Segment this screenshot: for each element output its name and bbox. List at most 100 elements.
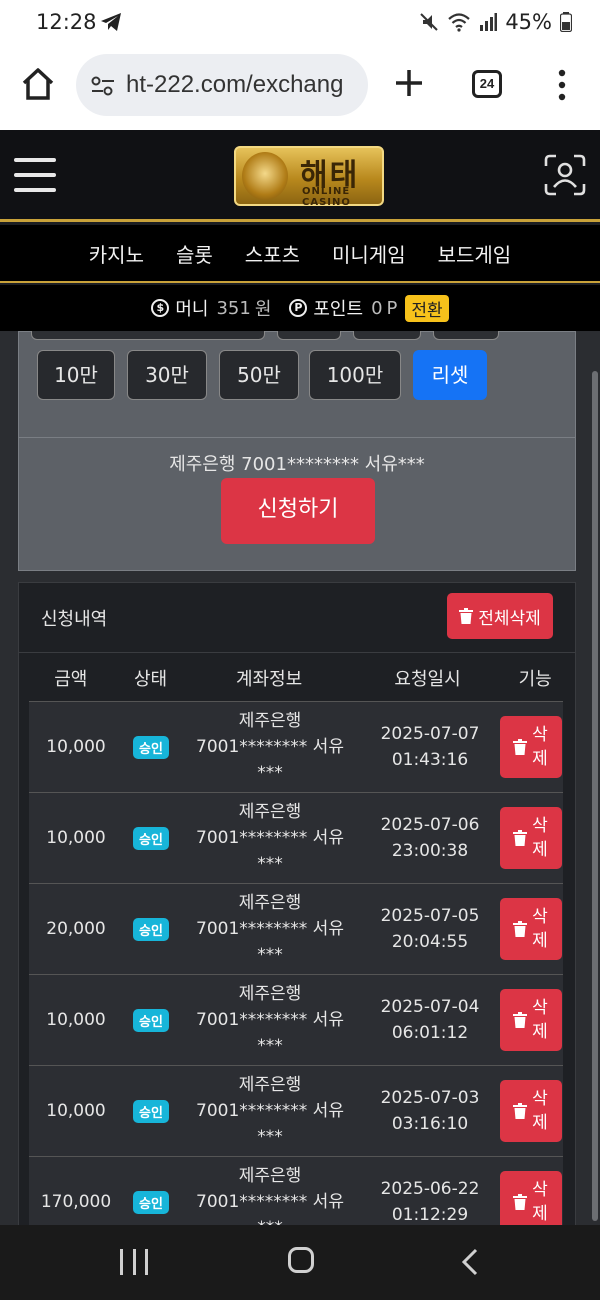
row-amount: 170,000 [40,1192,112,1212]
table-row: 20,000 승인 제주은행 7001******** 서유 *** 2025-07… [29,883,563,974]
telegram-icon [101,13,121,31]
status-right: 45% [419,10,572,34]
nav-item-sports[interactable]: 스포츠 [245,239,300,268]
amount-500k-button[interactable]: 50만 [219,350,299,400]
status-time: 12:28 [36,10,97,34]
history-panel: 신청내역 전체삭제 금액 상태 계좌정보 요청일시 기능 10,000 승인 제… [18,582,576,1225]
system-nav-bar [0,1225,600,1300]
point-unit: P [386,297,398,319]
history-rows: 10,000 승인 제주은행 7001******** 서유 *** 2025-07… [29,701,563,1225]
col-date: 요청일시 [394,669,461,690]
home-icon[interactable] [20,66,56,102]
table-row: 10,000 승인 제주은행 7001******** 서유 *** 2025-07… [29,701,563,792]
reset-button[interactable]: 리셋 [413,350,487,400]
row-amount: 10,000 [46,1010,106,1030]
amount-1m-button[interactable]: 100만 [309,350,401,400]
nav-item-minigame[interactable]: 미니게임 [332,239,406,268]
col-account: 계좌정보 [235,669,303,690]
tab-switcher-button[interactable]: 24 [472,70,502,98]
delete-label: 삭제 [532,998,548,1042]
row-account: 제주은행7001******** 서유*** [196,984,344,1056]
delete-row-button[interactable]: 삭제 [500,898,562,960]
amount-300k-button[interactable]: 30만 [127,350,207,400]
money-value: 351 [216,297,251,319]
amount-button-edge[interactable] [433,331,499,340]
delete-all-button[interactable]: 전체삭제 [447,593,553,639]
table-row: 10,000 승인 제주은행 7001******** 서유 *** 2025-07… [29,1065,563,1156]
nav-item-casino[interactable]: 카지노 [89,239,144,268]
amount-100k-button[interactable]: 10만 [37,350,115,400]
row-amount: 10,000 [46,1101,106,1121]
row-datetime: 2025-06-22 01:12:29 [380,1179,480,1225]
site-logo[interactable]: 해태 ONLINE CASINO [234,146,384,208]
main-nav: 카지노 슬롯 스포츠 미니게임 보드게임 [0,225,600,283]
trash-icon [513,739,527,755]
content-scroll-area[interactable]: 10만 30만 50만 100만 리셋 제주은행 7001******** 서유… [0,331,600,1225]
trash-icon [513,830,527,846]
delete-row-button[interactable]: 삭제 [500,989,562,1051]
amount-input-edge[interactable] [31,331,265,340]
user-account-icon[interactable] [544,154,586,196]
table-row: 170,000 승인 제주은행7001******** 서유*** 2025-0… [29,1156,563,1225]
nav-item-slot[interactable]: 슬롯 [176,239,213,268]
trash-icon [513,1194,527,1210]
wallet-bar: $ 머니 351 원 P 포인트 0 P 전환 [0,285,600,331]
delete-row-button[interactable]: 삭제 [500,1080,562,1142]
delete-label: 삭제 [532,1089,548,1133]
site-settings-icon[interactable] [90,76,116,96]
browser-toolbar: ht-222.com/exchang 24 [0,48,600,130]
money-icon: $ [151,299,170,317]
row-account: 제주은행7001******** 서유*** [196,1075,344,1147]
trash-icon [459,608,474,624]
row-amount: 20,000 [46,919,106,939]
amount-button-edge[interactable] [277,331,341,340]
recents-icon[interactable] [120,1249,148,1275]
trash-icon [513,921,527,937]
new-tab-icon[interactable] [390,64,428,102]
status-badge: 승인 [133,1008,169,1032]
apply-button[interactable]: 신청하기 [221,478,375,544]
status-badge: 승인 [133,1190,169,1214]
delete-row-button[interactable]: 삭제 [500,716,562,778]
status-badge: 승인 [133,1099,169,1123]
trash-icon [513,1012,527,1028]
delete-label: 삭제 [532,725,548,769]
lion-icon [242,152,288,200]
exchange-form: 10만 30만 50만 100만 리셋 제주은행 7001******** 서유… [18,331,576,571]
scrollbar[interactable] [592,371,598,1221]
home-button-icon[interactable] [288,1247,314,1273]
history-header: 신청내역 전체삭제 [19,583,575,653]
point-value: 0 [371,297,383,319]
delete-label: 삭제 [532,1180,548,1224]
row-account: 제주은행7001******** 서유*** [196,711,344,783]
amount-button-edge[interactable] [353,331,421,340]
delete-all-label: 전체삭제 [478,608,541,629]
point-icon: P [289,299,308,317]
col-status: 상태 [133,669,168,690]
trash-icon [513,1103,527,1119]
history-title: 신청내역 [41,609,108,630]
menu-icon[interactable] [14,158,56,192]
table-row: 10,000 승인 제주은행 7001******** 서유 *** 2025-07… [29,974,563,1065]
delete-row-button[interactable]: 삭제 [500,807,562,869]
row-account: 제주은행7001******** 서유*** [196,893,344,965]
row-datetime: 2025-07-07 01:43:16 [380,724,480,770]
convert-button[interactable]: 전환 [405,294,449,322]
nav-item-boardgame[interactable]: 보드게임 [438,239,512,268]
battery-icon [560,12,572,32]
account-info: 제주은행 7001******** 서유*** [169,454,425,475]
address-bar[interactable]: ht-222.com/exchang [76,54,368,116]
mute-icon [420,13,439,31]
status-badge: 승인 [133,735,169,759]
money-label: 머니 [175,299,209,320]
status-badge: 승인 [133,826,169,850]
back-icon[interactable] [460,1247,480,1277]
row-datetime: 2025-07-04 06:01:12 [380,997,480,1043]
delete-row-button[interactable]: 삭제 [500,1171,562,1225]
more-menu-icon[interactable] [552,68,572,102]
wifi-icon [448,13,471,32]
delete-label: 삭제 [532,816,548,860]
point-label: 포인트 [313,299,364,320]
table-header: 금액 상태 계좌정보 요청일시 기능 [19,655,575,701]
row-datetime: 2025-07-03 03:16:10 [380,1088,480,1134]
